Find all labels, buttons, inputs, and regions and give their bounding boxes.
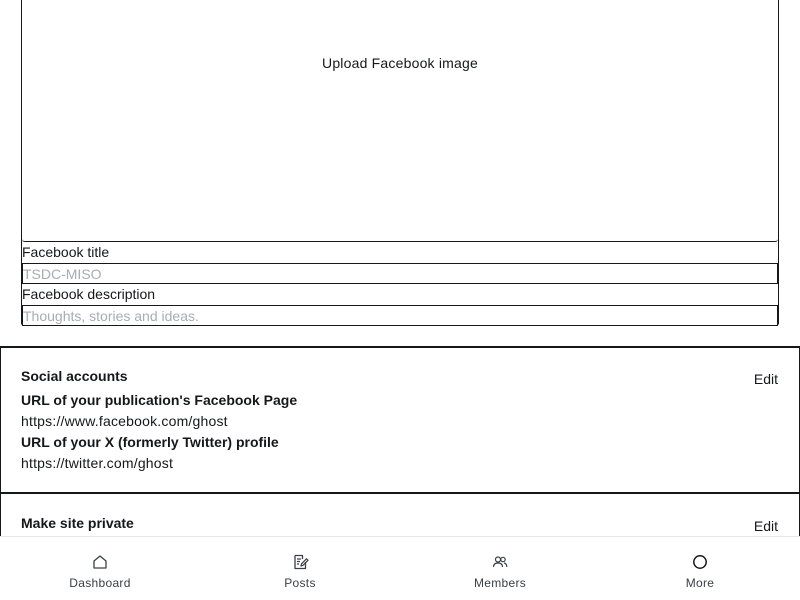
facebook-card: Upload Facebook image Facebook title Fac… [21,0,779,326]
twitter-url-label: URL of your X (formerly Twitter) profile [21,434,279,450]
home-icon [93,555,107,569]
nav-label-posts: Posts [284,576,316,590]
social-accounts-edit-button[interactable]: Edit [754,371,778,387]
posts-icon [294,554,309,570]
members-icon [492,556,508,568]
social-accounts-section: Social accounts Edit URL of your publica… [0,346,800,494]
facebook-url-value: https://www.facebook.com/ghost [21,413,228,429]
nav-label-members: Members [473,576,527,590]
nav-item-dashboard[interactable]: Dashboard [0,537,200,600]
upload-facebook-image-label: Upload Facebook image [322,55,478,71]
bottom-navigation: Dashboard Posts Members More [0,536,800,600]
nav-label-dashboard: Dashboard [69,576,131,590]
social-accounts-title: Social accounts [21,368,128,384]
facebook-title-input[interactable] [22,263,778,284]
more-icon [693,555,707,569]
make-site-private-title: Make site private [21,515,134,531]
nav-item-members[interactable]: Members [400,537,600,600]
twitter-url-value: https://twitter.com/ghost [21,455,174,471]
facebook-description-label: Facebook description [22,286,156,302]
nav-item-more[interactable]: More [600,537,800,600]
facebook-url-label: URL of your publication's Facebook Page [21,392,298,408]
make-site-private-edit-button[interactable]: Edit [754,518,778,534]
facebook-description-input[interactable] [22,305,778,326]
nav-item-posts[interactable]: Posts [200,537,400,600]
facebook-title-label: Facebook title [22,244,110,260]
nav-label-more: More [685,576,715,590]
upload-facebook-image-button[interactable]: Upload Facebook image [22,0,778,242]
